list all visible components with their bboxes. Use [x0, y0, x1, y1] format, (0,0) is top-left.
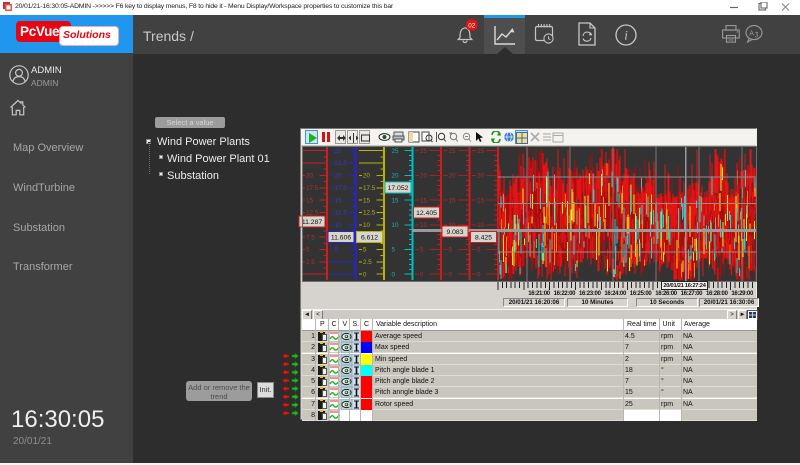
svg-text:11.606: 11.606 — [331, 235, 352, 242]
svg-text:5: 5 — [392, 247, 396, 254]
svg-text:25: 25 — [449, 148, 457, 155]
svg-text:15: 15 — [392, 197, 400, 204]
svg-text:15: 15 — [306, 197, 314, 204]
svg-text:11.287: 11.287 — [302, 219, 323, 226]
svg-text:15: 15 — [363, 197, 371, 204]
svg-text:ʒ: ʒ — [755, 31, 759, 38]
svg-text:10: 10 — [477, 222, 485, 229]
svg-text:02: 02 — [468, 22, 476, 29]
svg-text:20: 20 — [392, 173, 400, 180]
svg-text:0: 0 — [392, 271, 396, 278]
svg-text:7.5: 7.5 — [306, 234, 315, 241]
svg-text:0: 0 — [477, 271, 481, 278]
svg-text:20: 20 — [420, 173, 428, 180]
svg-text:9.083: 9.083 — [446, 229, 463, 236]
svg-text:5: 5 — [335, 247, 339, 254]
svg-text:5: 5 — [477, 247, 481, 254]
svg-text:15: 15 — [477, 197, 485, 204]
svg-text:25: 25 — [335, 148, 343, 155]
svg-text:A: A — [749, 30, 754, 37]
svg-text:i: i — [624, 28, 628, 43]
svg-text:2.5: 2.5 — [306, 259, 315, 266]
svg-text:10: 10 — [392, 222, 400, 229]
svg-text:0: 0 — [449, 271, 453, 278]
svg-text:10: 10 — [363, 222, 371, 229]
svg-text:15: 15 — [420, 197, 428, 204]
svg-text:20: 20 — [477, 173, 485, 180]
svg-text:20: 20 — [306, 173, 314, 180]
svg-text:15: 15 — [335, 197, 343, 204]
svg-text:5: 5 — [420, 247, 424, 254]
svg-text:5: 5 — [363, 247, 367, 254]
svg-text:20: 20 — [363, 173, 371, 180]
svg-text:20: 20 — [449, 173, 457, 180]
svg-text:12.405: 12.405 — [416, 210, 437, 217]
svg-text:22.5: 22.5 — [335, 160, 348, 167]
svg-text:12.5: 12.5 — [335, 210, 348, 217]
svg-text:15: 15 — [449, 197, 457, 204]
svg-text:20: 20 — [335, 173, 343, 180]
svg-text:2.5: 2.5 — [363, 259, 372, 266]
svg-text:25: 25 — [477, 148, 485, 155]
svg-text:17.5: 17.5 — [306, 185, 319, 192]
svg-text:17.5: 17.5 — [363, 185, 376, 192]
svg-text:8.425: 8.425 — [475, 235, 492, 242]
svg-text:10: 10 — [335, 222, 343, 229]
svg-text:0: 0 — [363, 271, 367, 278]
svg-text:6.612: 6.612 — [361, 235, 378, 242]
svg-text:10: 10 — [420, 222, 428, 229]
svg-text:5: 5 — [306, 247, 310, 254]
svg-text:17.052: 17.052 — [388, 185, 409, 192]
svg-text:5: 5 — [449, 247, 453, 254]
svg-text:17.5: 17.5 — [335, 185, 348, 192]
svg-text:25: 25 — [420, 148, 428, 155]
svg-text:12.5: 12.5 — [363, 210, 376, 217]
svg-text:0: 0 — [420, 271, 424, 278]
svg-text:25: 25 — [392, 148, 400, 155]
